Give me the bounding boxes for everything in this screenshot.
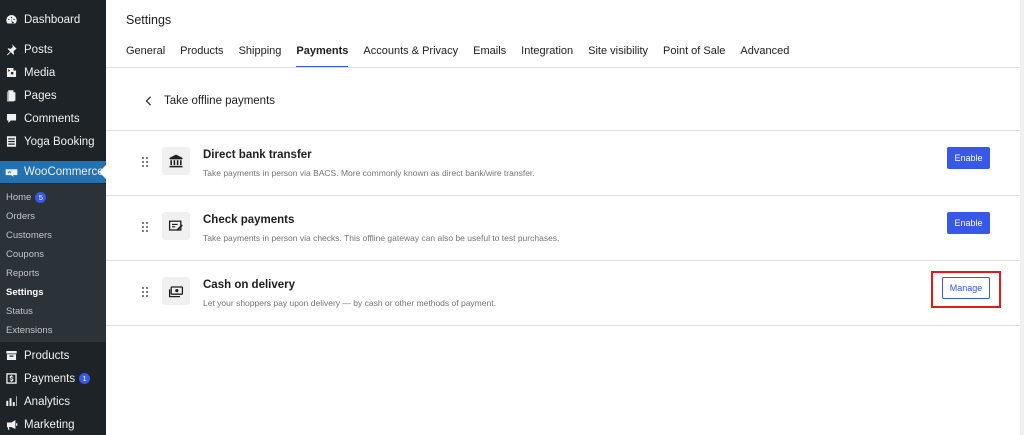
section-title: Take offline payments [164,95,276,107]
tab-general[interactable]: General [126,45,165,67]
menu-label: Media [24,66,56,79]
gateway-description: Take payments in person via BACS. More c… [203,168,535,178]
gateway-row-cash-on-delivery: Cash on delivery Let your shoppers pay u… [106,261,1024,326]
menu-marketing[interactable]: Marketing [0,413,106,435]
menu-label: Pages [24,89,57,102]
submenu-settings[interactable]: Settings [6,284,43,300]
tab-advanced[interactable]: Advanced [740,45,789,67]
check-icon [162,212,190,240]
highlight-annotation [931,271,1001,308]
comment-icon [4,112,18,126]
archive-icon [4,349,18,363]
submenu-label: Home [6,191,32,203]
tab-accounts-privacy[interactable]: Accounts & Privacy [363,45,458,67]
tab-emails[interactable]: Emails [473,45,506,67]
menu-label: Yoga Booking [24,135,95,148]
megaphone-icon [4,418,18,432]
tab-products[interactable]: Products [180,45,223,67]
submenu-label: Customers [6,229,52,241]
menu-label: Posts [24,43,53,56]
settings-tabs: General Products Shipping Payments Accou… [126,45,804,68]
bank-icon [162,147,190,175]
gateway-row-bank-transfer: Direct bank transfer Take payments in pe… [106,131,1024,196]
menu-label: Comments [24,112,80,125]
menu-payments[interactable]: Payments 1 [0,367,106,390]
tab-point-of-sale[interactable]: Point of Sale [663,45,725,67]
menu-label: Marketing [24,418,75,431]
drag-handle-icon[interactable] [141,285,149,297]
tabs-divider [106,67,1024,68]
tab-integration[interactable]: Integration [521,45,573,67]
page-scrollbar[interactable] [1020,0,1024,435]
menu-pages[interactable]: Pages [0,84,106,107]
menu-comments[interactable]: Comments [0,107,106,130]
tab-shipping[interactable]: Shipping [239,45,282,67]
submenu-extensions[interactable]: Extensions [6,322,52,338]
menu-media[interactable]: Media [0,61,106,84]
menu-products[interactable]: Products [0,344,106,367]
admin-sidebar: Dashboard Posts Media Pages Comments Yog… [0,0,106,435]
submenu-label: Coupons [6,248,45,260]
submenu-label: Settings [6,286,44,298]
pin-icon [4,43,18,57]
submenu-label: Extensions [6,324,53,336]
media-icon [4,66,18,80]
submenu-label: Status [6,305,33,317]
menu-label: Payments [24,372,76,385]
menu-label: WooCommerce [24,166,104,178]
submenu-reports[interactable]: Reports [6,265,39,281]
tab-payments[interactable]: Payments [296,45,348,68]
active-menu-arrow [99,165,106,179]
chevron-left-icon[interactable] [142,94,154,108]
gateway-title: Direct bank transfer [203,149,312,161]
submenu-label: Orders [6,210,36,222]
menu-dashboard[interactable]: Dashboard [0,8,106,31]
menu-label: Products [24,349,70,362]
menu-label: Dashboard [24,13,81,26]
submenu-customers[interactable]: Customers [6,227,52,243]
submenu-label: Reports [6,267,40,279]
back-header: Take offline payments [142,94,275,108]
menu-posts[interactable]: Posts [0,38,106,61]
drag-handle-icon[interactable] [141,220,149,232]
chart-icon [4,395,18,409]
drag-handle-icon[interactable] [141,155,149,167]
submenu-home[interactable]: Home 5 [6,189,47,205]
page-title: Settings [126,13,172,27]
submenu-status[interactable]: Status [6,303,33,319]
tab-site-visibility[interactable]: Site visibility [588,45,648,67]
payments-count-badge: 1 [79,373,91,384]
enable-check-payments-button[interactable]: Enable [947,212,990,234]
pages-icon [4,89,18,103]
menu-label: Analytics [24,395,71,408]
gateway-title: Check payments [203,214,295,226]
menu-woocommerce[interactable]: WooCommerce [0,161,106,183]
submenu-coupons[interactable]: Coupons [6,246,44,262]
gateway-description: Let your shoppers pay upon delivery — by… [203,298,496,308]
woo-icon [4,165,18,179]
gateway-title: Cash on delivery [203,279,296,291]
home-count-badge: 5 [35,191,47,203]
gateway-description: Take payments in person via checks. This… [203,233,560,243]
submenu-orders[interactable]: Orders [6,208,35,224]
dashboard-icon [4,13,18,27]
cash-icon [162,277,190,305]
main-content: Settings General Products Shipping Payme… [106,0,1024,435]
list-icon [4,135,18,149]
menu-yoga-booking[interactable]: Yoga Booking [0,130,106,153]
woocommerce-submenu: Home 5 Orders Customers Coupons Reports … [0,184,106,342]
enable-bank-transfer-button[interactable]: Enable [947,147,990,169]
menu-analytics[interactable]: Analytics [0,390,106,413]
dollar-icon [4,372,18,386]
gateway-row-check-payments: Check payments Take payments in person v… [106,196,1024,261]
